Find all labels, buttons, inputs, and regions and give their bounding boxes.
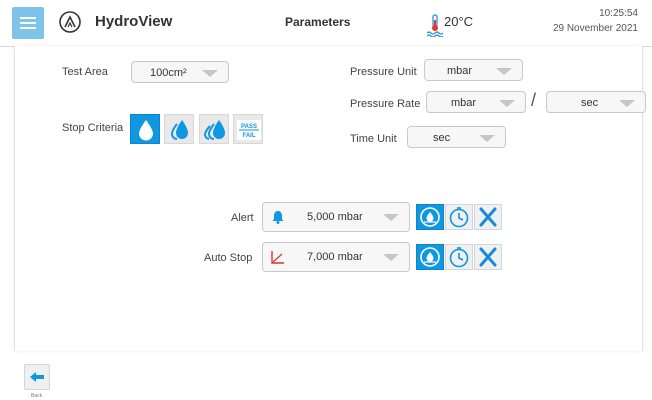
- alert-timer-button[interactable]: [445, 204, 473, 230]
- pressure-unit-select[interactable]: mbar: [424, 59, 523, 81]
- auto-stop-label: Auto Stop: [204, 252, 253, 264]
- close-icon: [479, 247, 497, 267]
- chevron-down-icon: [383, 254, 399, 261]
- logo-icon: [59, 11, 81, 33]
- alert-label: Alert: [231, 212, 254, 224]
- close-icon: [479, 207, 497, 227]
- chart-icon: [271, 251, 284, 264]
- stop-criteria-label: Stop Criteria: [62, 122, 124, 134]
- chevron-down-icon: [202, 70, 218, 77]
- clock-date: 29 November 2021: [552, 23, 638, 34]
- time-unit-select[interactable]: sec: [407, 126, 506, 148]
- auto-stop-select[interactable]: 7,000 mbar: [262, 242, 410, 272]
- alert-value: 5,000 mbar: [307, 211, 363, 223]
- hamburger-line: [20, 17, 36, 19]
- fail-text: FAIL: [243, 133, 256, 139]
- parameters-panel: Test Area 100cm² Stop Criteria PASS FAIL: [14, 46, 646, 351]
- pressure-unit-label: Pressure Unit: [350, 66, 417, 78]
- pressure-rate-per-select[interactable]: sec: [546, 91, 646, 113]
- thermometer-water-icon: [427, 14, 443, 37]
- chevron-down-icon: [499, 100, 515, 107]
- pass-fail-icon: PASS FAIL: [237, 120, 261, 140]
- chevron-down-icon: [619, 100, 635, 107]
- gauge-icon: [420, 207, 440, 227]
- stop-criteria-double-drop-button[interactable]: [164, 114, 194, 144]
- chevron-down-icon: [383, 214, 399, 221]
- auto-stop-pressure-button[interactable]: [416, 244, 444, 270]
- auto-stop-clear-button[interactable]: [474, 244, 502, 270]
- pass-text: PASS: [241, 124, 257, 130]
- app-title: HydroView: [95, 13, 173, 30]
- alert-select[interactable]: 5,000 mbar: [262, 202, 410, 232]
- temperature-readout: 20°C: [444, 14, 474, 29]
- hamburger-line: [20, 27, 36, 29]
- timer-icon: [449, 207, 469, 228]
- pressure-rate-label: Pressure Rate: [350, 98, 421, 110]
- test-area-select[interactable]: 100cm²: [131, 61, 229, 83]
- arrow-left-icon: [30, 372, 44, 382]
- double-drop-icon: [170, 120, 188, 140]
- stop-criteria-pass-fail-button[interactable]: PASS FAIL: [233, 114, 263, 144]
- top-bar: HydroView Parameters 20°C 10:25:54 29 No…: [0, 0, 652, 47]
- chevron-down-icon: [479, 135, 495, 142]
- back-button[interactable]: [24, 364, 50, 390]
- pressure-unit-value: mbar: [447, 65, 473, 77]
- menu-button[interactable]: [12, 7, 44, 39]
- hamburger-line: [20, 22, 36, 24]
- auto-stop-value: 7,000 mbar: [307, 251, 363, 263]
- rate-separator: /: [531, 90, 537, 110]
- chevron-down-icon: [496, 68, 512, 75]
- stop-criteria-drop-button[interactable]: [130, 114, 160, 144]
- triple-drop-icon: [203, 120, 225, 140]
- time-unit-label: Time Unit: [350, 133, 397, 145]
- test-area-label: Test Area: [62, 66, 108, 78]
- bell-icon: [272, 211, 284, 224]
- auto-stop-timer-button[interactable]: [445, 244, 473, 270]
- timer-icon: [449, 247, 469, 268]
- time-unit-value: sec: [433, 132, 451, 144]
- pressure-rate-select[interactable]: mbar: [426, 91, 526, 113]
- alert-pressure-button[interactable]: [416, 204, 444, 230]
- alert-clear-button[interactable]: [474, 204, 502, 230]
- pressure-rate-value: mbar: [451, 97, 477, 109]
- pressure-rate-per-value: sec: [581, 97, 599, 109]
- test-area-value: 100cm²: [150, 67, 187, 79]
- back-label: Back: [31, 393, 43, 399]
- gauge-icon: [420, 247, 440, 267]
- page-title: Parameters: [285, 15, 351, 29]
- clock-time: 10:25:54: [599, 8, 638, 19]
- stop-criteria-triple-drop-button[interactable]: [199, 114, 229, 144]
- drop-icon: [139, 120, 153, 141]
